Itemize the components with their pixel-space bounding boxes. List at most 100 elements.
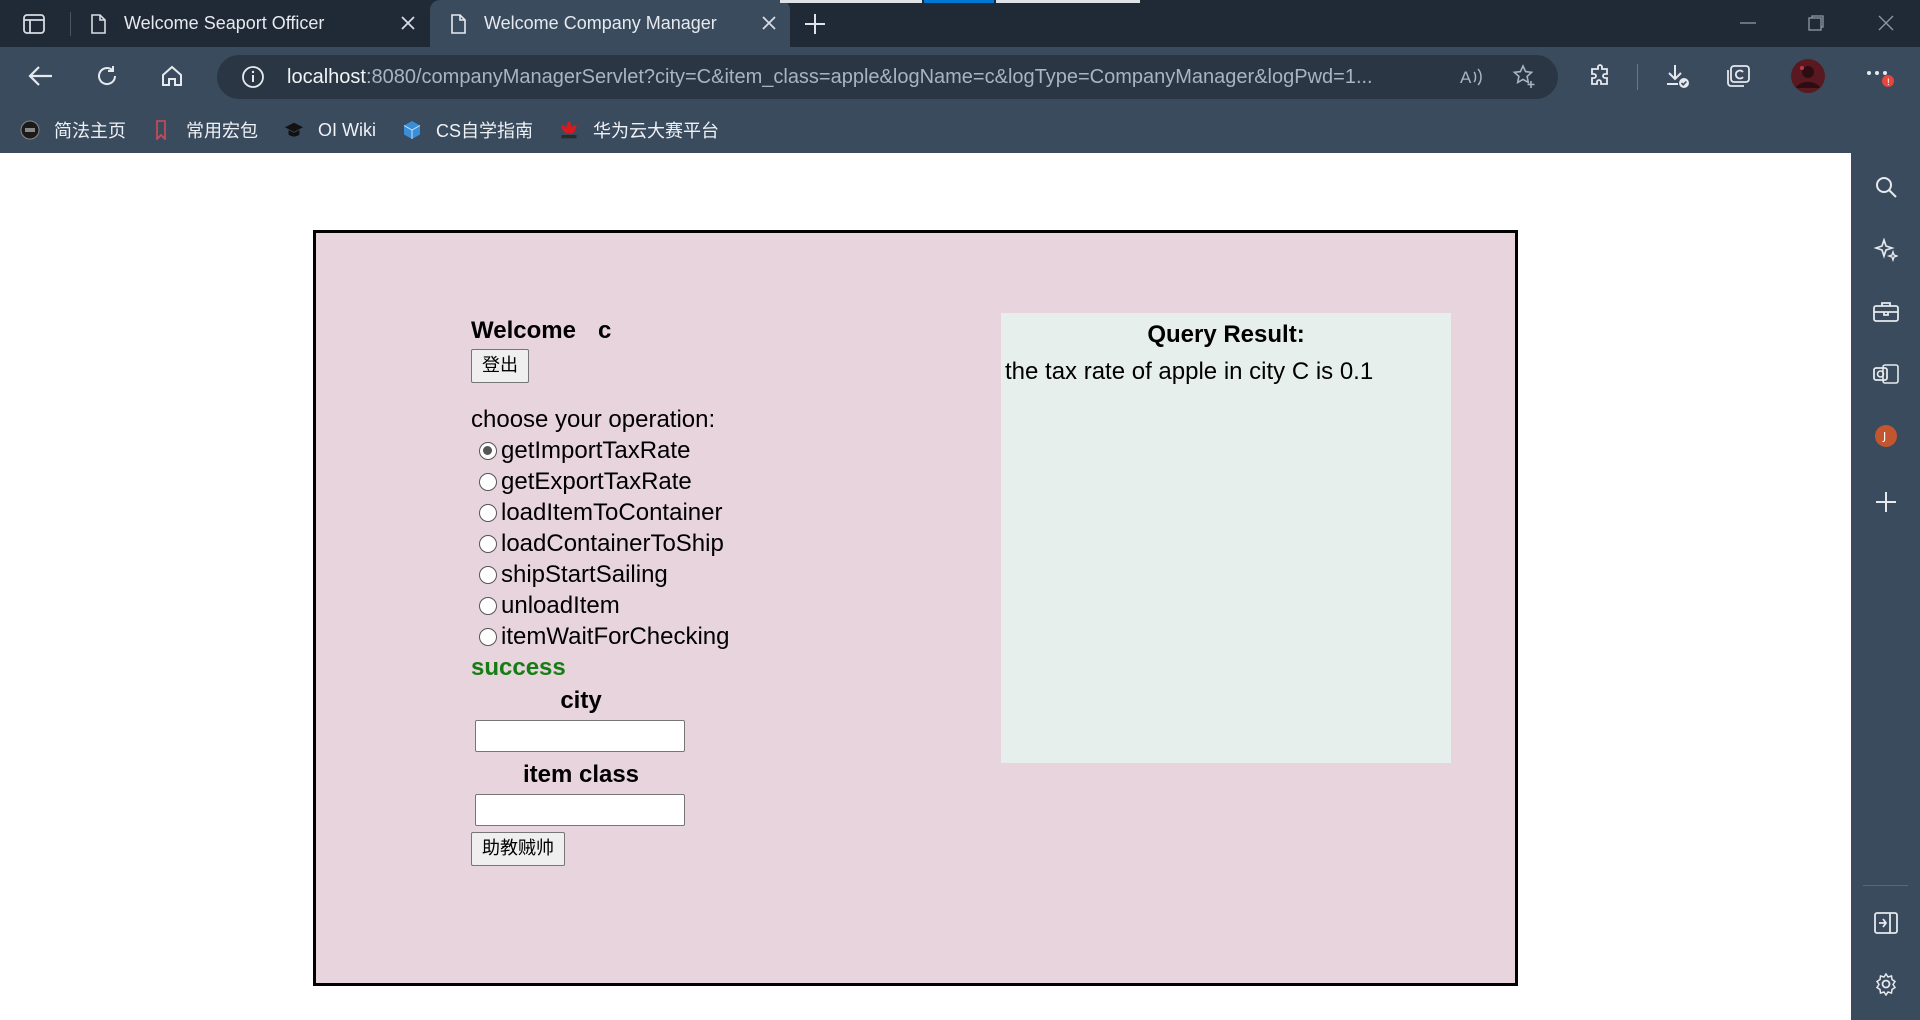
favorites-bar: 简法主页 常用宏包 OI Wiki CS自学指南 华为云大赛平台 [0, 108, 1851, 152]
close-icon[interactable] [397, 12, 419, 34]
welcome-label: Welcome [471, 317, 576, 344]
result-title: Query Result: [1147, 321, 1305, 348]
operation-label: loadItemToContainer [501, 498, 723, 526]
huawei-logo-icon [559, 120, 579, 140]
tab-welcome-seaport-officer[interactable]: Welcome Seaport Officer [72, 0, 429, 47]
bookmark-oi-wiki[interactable]: OI Wiki [284, 120, 376, 141]
new-tab-button[interactable] [798, 10, 832, 38]
bookmark-label: 华为云大赛平台 [593, 121, 720, 141]
edge-sidebar: J [1851, 153, 1920, 1020]
operation-form: Welcome c 登出 choose your operation: getIm… [471, 316, 871, 866]
operation-prompt: choose your operation: [471, 406, 716, 433]
bookmark-label: 简法主页 [54, 121, 126, 141]
operation-option[interactable]: getImportTaxRate [471, 435, 871, 466]
read-aloud-icon[interactable]: A [1453, 59, 1489, 95]
operation-option[interactable]: getExportTaxRate [471, 466, 871, 497]
svg-text:!: ! [1887, 78, 1891, 88]
tab-strip: Welcome Seaport Officer Welcome Company … [0, 0, 1920, 47]
graduation-cap-icon [284, 120, 304, 140]
loading-indicator-accent [924, 0, 994, 3]
radio-button[interactable] [479, 503, 497, 522]
tab-welcome-company-manager[interactable]: Welcome Company Manager [430, 0, 790, 47]
add-favorite-icon[interactable] [1507, 59, 1543, 95]
operation-option[interactable]: loadContainerToShip [471, 528, 871, 559]
home-icon[interactable] [152, 56, 192, 96]
tab-actions-icon[interactable] [14, 9, 54, 39]
address-bar[interactable]: localhost:8080/companyManagerServlet?cit… [217, 55, 1558, 99]
status-message: success [471, 654, 566, 681]
submit-button[interactable]: 助教贼帅 [471, 832, 565, 866]
city-input[interactable] [475, 720, 685, 752]
bookmark-red-icon [152, 120, 172, 140]
bookmark-jianfa[interactable]: 简法主页 [20, 117, 126, 143]
tab-title: Welcome Seaport Officer [124, 13, 325, 33]
back-icon[interactable] [21, 56, 61, 96]
downloads-icon[interactable] [1657, 56, 1697, 96]
restore-icon[interactable] [1796, 8, 1836, 38]
tab-title: Welcome Company Manager [484, 13, 717, 33]
cube-icon [402, 120, 422, 140]
city-label: city [560, 687, 602, 714]
refresh-icon[interactable] [87, 56, 127, 96]
extensions-icon[interactable] [1581, 56, 1621, 96]
profile-badge-icon[interactable]: J [1868, 418, 1904, 454]
circle-logo-icon [20, 120, 40, 140]
query-result-panel: Query Result: the tax rate of apple in c… [1001, 313, 1451, 763]
username: c [597, 317, 612, 344]
toolbar-divider [1637, 64, 1638, 90]
close-window-icon[interactable] [1866, 8, 1906, 38]
item-class-input[interactable] [475, 794, 685, 826]
url-text[interactable]: localhost:8080/companyManagerServlet?cit… [287, 66, 1447, 89]
main-panel: Welcome c 登出 choose your operation: getIm… [313, 230, 1518, 986]
operation-option[interactable]: loadItemToContainer [471, 497, 871, 528]
radio-button[interactable] [479, 534, 497, 553]
avatar[interactable] [1788, 56, 1828, 96]
operation-label: unloadItem [501, 591, 620, 619]
profile-badge-letter: J [1882, 430, 1886, 443]
site-info-icon[interactable] [235, 59, 271, 95]
radio-button[interactable] [479, 596, 497, 615]
url-host: localhost [287, 65, 366, 88]
bookmark-label: OI Wiki [318, 119, 376, 140]
loading-indicator [996, 0, 1140, 3]
loading-indicator [780, 0, 922, 3]
collections-icon[interactable] [1719, 56, 1759, 96]
radio-button[interactable] [479, 472, 497, 491]
operation-label: shipStartSailing [501, 560, 668, 588]
item-class-label: item class [522, 761, 640, 788]
bookmark-label: 常用宏包 [186, 121, 258, 141]
operation-label: itemWaitForChecking [501, 622, 730, 650]
sidebar-divider [1863, 885, 1908, 886]
minimize-icon[interactable] [1728, 8, 1768, 38]
bookmark-cs-guide[interactable]: CS自学指南 [402, 117, 533, 143]
radio-button[interactable] [479, 565, 497, 584]
operation-option[interactable]: shipStartSailing [471, 559, 871, 590]
tools-briefcase-icon[interactable] [1868, 294, 1904, 330]
page-viewport: Welcome c 登出 choose your operation: getIm… [0, 153, 1851, 1020]
search-icon[interactable] [1868, 169, 1904, 205]
operation-label: getExportTaxRate [501, 467, 692, 495]
outlook-icon[interactable] [1868, 356, 1904, 392]
operation-label: loadContainerToShip [501, 529, 724, 557]
result-text: the tax rate of apple in city C is 0.1 [1005, 358, 1374, 385]
hide-sidebar-icon[interactable] [1868, 905, 1904, 941]
add-sidebar-app-icon[interactable] [1868, 484, 1904, 520]
svg-text:A: A [1460, 68, 1472, 87]
bookmark-macros[interactable]: 常用宏包 [152, 117, 258, 143]
radio-button[interactable] [479, 627, 497, 646]
page-icon [450, 13, 466, 34]
copilot-sparkle-icon[interactable] [1868, 232, 1904, 268]
settings-gear-icon[interactable] [1868, 966, 1904, 1002]
welcome-heading: Welcome c [471, 316, 871, 346]
operation-option[interactable]: itemWaitForChecking [471, 621, 871, 652]
page-icon [90, 13, 106, 34]
operation-label: getImportTaxRate [501, 436, 691, 464]
logout-button[interactable]: 登出 [471, 349, 529, 383]
bookmark-label: CS自学指南 [436, 121, 534, 141]
close-icon[interactable] [758, 12, 780, 34]
more-options-icon[interactable]: ! [1860, 56, 1900, 96]
tab-separator [70, 12, 71, 36]
operation-option[interactable]: unloadItem [471, 590, 871, 621]
radio-button[interactable] [479, 441, 497, 460]
bookmark-huawei-cloud[interactable]: 华为云大赛平台 [559, 117, 719, 143]
